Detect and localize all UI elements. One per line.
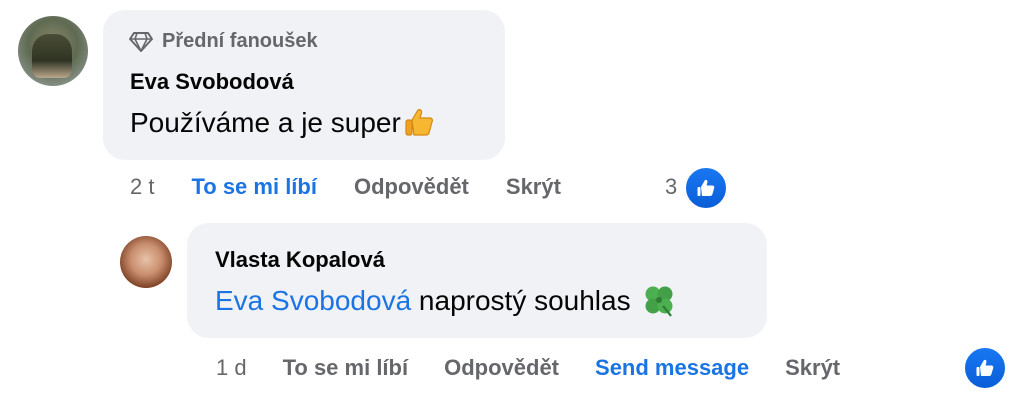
comment-thread: Přední fanoušek Eva Svobodová Používáme …	[0, 0, 1031, 401]
like-button[interactable]: To se mi líbí	[191, 174, 317, 200]
avatar[interactable]	[18, 16, 88, 86]
like-icon[interactable]	[684, 166, 728, 210]
mention-link[interactable]: Eva Svobodová	[215, 285, 411, 316]
comment-body: Používáme a je super	[130, 107, 401, 138]
badge-label: Přední fanoušek	[162, 30, 318, 52]
reply-author[interactable]: Vlasta Kopalová	[215, 247, 385, 273]
comment-author[interactable]: Eva Svobodová	[130, 69, 294, 95]
hide-button[interactable]: Skrýt	[785, 355, 840, 381]
avatar-figure	[32, 34, 72, 78]
send-message-button[interactable]: Send message	[595, 355, 749, 381]
top-fan-badge[interactable]: Přední fanoušek	[128, 30, 318, 53]
comment-text: Používáme a je super	[130, 106, 435, 145]
reply-timestamp[interactable]: 1 d	[216, 355, 247, 381]
reply-text: Eva Svobodová naprostý souhlas	[215, 282, 677, 325]
like-icon[interactable]	[963, 346, 1007, 390]
reply-button[interactable]: Odpovědět	[354, 174, 469, 200]
reply-button[interactable]: Odpovědět	[444, 355, 559, 381]
reaction-count[interactable]: 3	[665, 174, 677, 200]
reply-body: naprostý souhlas	[418, 285, 631, 316]
thumbs-up-emoji	[403, 106, 435, 145]
reply-actions: 1 d To se mi líbí Odpovědět Send message…	[216, 355, 840, 381]
diamond-icon	[129, 31, 153, 52]
like-button[interactable]: To se mi líbí	[283, 355, 409, 381]
reply-avatar[interactable]	[120, 236, 172, 288]
comment-timestamp[interactable]: 2 t	[130, 174, 154, 200]
hide-button[interactable]: Skrýt	[506, 174, 561, 200]
comment-actions: 2 t To se mi líbí Odpovědět Skrýt	[130, 174, 561, 200]
four-leaf-clover-emoji	[641, 282, 677, 325]
